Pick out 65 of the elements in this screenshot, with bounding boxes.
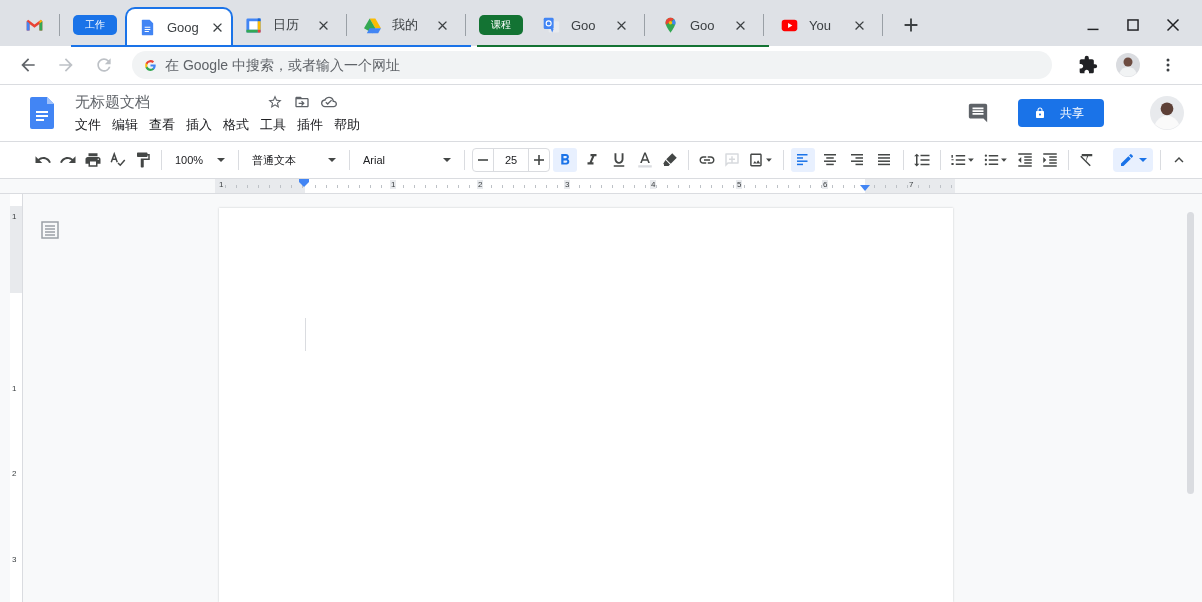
text-cursor: [305, 318, 306, 351]
document-icon: [139, 18, 156, 36]
address-bar[interactable]: 在 Google 中搜索，或者输入一个网址: [132, 51, 1052, 79]
ruler-number: 2: [12, 469, 17, 478]
lock-icon: [1034, 107, 1046, 119]
caret-icon: [328, 158, 336, 162]
calendar-icon: [245, 16, 262, 34]
tab-title: Goo: [690, 17, 716, 33]
puzzle-icon[interactable]: [1078, 55, 1098, 75]
ruler-number: 2: [477, 180, 484, 189]
editing-mode-button[interactable]: [1113, 148, 1153, 172]
tab-title: You: [809, 17, 832, 33]
menu-item[interactable]: 格式: [223, 115, 249, 134]
tab-title: 日历: [273, 16, 300, 34]
ruler-number: 1: [218, 180, 225, 189]
ruler-number: 3: [12, 555, 17, 564]
menu-item[interactable]: 工具: [260, 115, 286, 134]
ruler-number: 6: [822, 180, 829, 189]
document-icon[interactable]: [30, 97, 54, 129]
ruler-number: 5: [736, 180, 743, 189]
browser-tab[interactable]: Goo: [531, 8, 639, 42]
ruler-number: 3: [564, 180, 571, 189]
bold-button[interactable]: [553, 148, 577, 172]
menu-item[interactable]: 文件: [75, 115, 101, 134]
scrollbar[interactable]: [1187, 212, 1194, 494]
tab-title: Goog: [167, 19, 199, 35]
caret-icon: [217, 158, 225, 162]
tab-title: Goo: [571, 17, 597, 33]
menu-item[interactable]: 插件: [297, 115, 323, 134]
triangle-icon: [364, 16, 381, 34]
ruler-number: 1: [12, 212, 17, 221]
ruler-number: 4: [650, 180, 657, 189]
comment-icon[interactable]: [967, 102, 989, 124]
tab-group-chip[interactable]: 课程: [479, 15, 523, 35]
margin-marker-icon[interactable]: [860, 184, 870, 192]
caret-icon: [443, 158, 451, 162]
ruler-number: 7: [908, 180, 915, 189]
ruler-number: 1: [390, 180, 397, 189]
caret-icon: [1139, 158, 1147, 162]
font-dropdown[interactable]: Arial: [357, 147, 457, 173]
folder-icon[interactable]: [294, 94, 310, 110]
menu-item[interactable]: 查看: [149, 115, 175, 134]
indent-marker-icon[interactable]: [299, 179, 309, 187]
cloud-check-icon[interactable]: [321, 94, 337, 110]
star-icon[interactable]: [267, 94, 283, 110]
translate-icon: [543, 16, 560, 34]
align-left-button[interactable]: [791, 148, 815, 172]
share-button[interactable]: 共享: [1018, 99, 1104, 127]
browser-tab[interactable]: Goo: [650, 8, 758, 42]
browser-tab[interactable]: Goog: [125, 7, 233, 45]
menu-item[interactable]: 编辑: [112, 115, 138, 134]
avatar-icon[interactable]: [1116, 53, 1140, 77]
browser-tab[interactable]: You: [769, 8, 877, 42]
browser-tab[interactable]: 日历: [233, 8, 341, 42]
menu-item[interactable]: 插入: [186, 115, 212, 134]
browser-tab[interactable]: 我的: [352, 8, 460, 42]
zoom-dropdown[interactable]: 100%: [169, 147, 231, 173]
tab-title: 我的: [392, 16, 419, 34]
avatar-icon[interactable]: [1150, 96, 1184, 130]
style-dropdown[interactable]: 普通文本: [246, 147, 342, 173]
menu-item[interactable]: 帮助: [334, 115, 360, 134]
ruler-number: 1: [12, 384, 17, 393]
document-title[interactable]: 无标题文档: [75, 92, 259, 112]
tab-group-chip[interactable]: 工作: [73, 15, 117, 35]
pencil-icon: [1119, 152, 1135, 168]
